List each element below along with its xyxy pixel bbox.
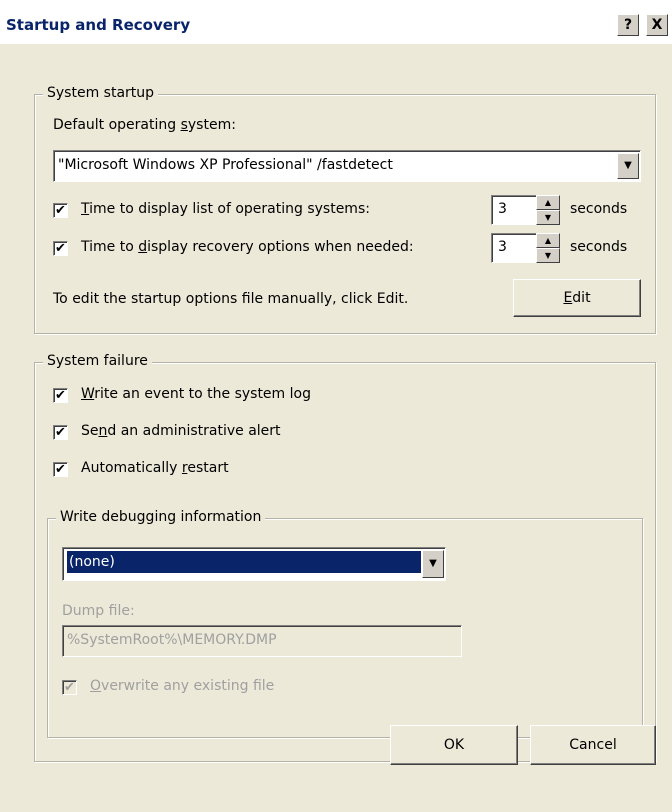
debugging-group: Write debugging information (none) ▼ Dum… bbox=[47, 509, 643, 738]
time-list-checkbox[interactable]: ✔ bbox=[53, 203, 68, 218]
default-os-value: "Microsoft Windows XP Professional" /fas… bbox=[58, 157, 393, 173]
default-os-dropdown-button[interactable]: ▼ bbox=[617, 153, 639, 179]
send-alert-label: Send an administrative alert bbox=[81, 423, 281, 439]
help-button[interactable]: ? bbox=[617, 14, 639, 36]
edit-button[interactable]: Edit bbox=[513, 279, 641, 317]
chevron-down-icon: ▼ bbox=[429, 558, 437, 569]
default-os-select[interactable]: "Microsoft Windows XP Professional" /fas… bbox=[53, 150, 641, 182]
time-list-label: Time to display list of operating system… bbox=[81, 201, 370, 217]
startup-recovery-dialog: Startup and Recovery ? X System startup … bbox=[0, 0, 672, 812]
time-list-unit: seconds bbox=[570, 201, 628, 217]
cancel-button[interactable]: Cancel bbox=[530, 725, 656, 765]
dialog-body: System startup Default operating system:… bbox=[0, 44, 672, 812]
default-os-label: Default operating system: bbox=[53, 117, 236, 133]
spin-up-icon[interactable]: ▲ bbox=[536, 195, 560, 210]
time-recovery-checkbox[interactable]: ✔ bbox=[53, 241, 68, 256]
debugging-selected-option: (none) bbox=[67, 551, 421, 573]
send-alert-checkbox[interactable]: ✔ bbox=[53, 425, 68, 440]
debugging-dropdown-button[interactable]: ▼ bbox=[422, 550, 444, 578]
write-event-checkbox[interactable]: ✔ bbox=[53, 388, 68, 403]
system-startup-group: System startup Default operating system:… bbox=[34, 85, 656, 334]
title-bar: Startup and Recovery ? X bbox=[0, 0, 672, 44]
spin-up-icon[interactable]: ▲ bbox=[536, 233, 560, 248]
time-recovery-unit: seconds bbox=[570, 239, 628, 255]
time-recovery-label: Time to display recovery options when ne… bbox=[81, 239, 414, 255]
auto-restart-label: Automatically restart bbox=[81, 460, 229, 476]
overwrite-checkbox[interactable]: ✔ bbox=[62, 680, 77, 695]
debugging-legend: Write debugging information bbox=[56, 509, 266, 525]
overwrite-label: Overwrite any existing file bbox=[90, 678, 275, 694]
dump-file-label: Dump file: bbox=[62, 603, 135, 619]
spin-down-icon[interactable]: ▼ bbox=[536, 210, 560, 225]
chevron-down-icon: ▼ bbox=[624, 160, 632, 171]
system-startup-legend: System startup bbox=[43, 85, 159, 101]
ok-button[interactable]: OK bbox=[390, 725, 518, 765]
edit-hint: To edit the startup options file manuall… bbox=[53, 291, 409, 307]
debugging-select[interactable]: (none) bbox=[62, 547, 446, 581]
dump-file-input[interactable]: %SystemRoot%\MEMORY.DMP bbox=[62, 625, 462, 657]
system-failure-group: System failure ✔ Write an event to the s… bbox=[34, 353, 656, 762]
time-list-input[interactable]: 3 bbox=[491, 195, 537, 225]
time-list-spinner[interactable]: ▲ ▼ bbox=[536, 195, 560, 225]
auto-restart-checkbox[interactable]: ✔ bbox=[53, 462, 68, 477]
time-recovery-input[interactable]: 3 bbox=[491, 233, 537, 263]
window-title: Startup and Recovery bbox=[6, 16, 191, 34]
write-event-label: Write an event to the system log bbox=[81, 386, 311, 402]
close-button[interactable]: X bbox=[646, 14, 668, 36]
spin-down-icon[interactable]: ▼ bbox=[536, 248, 560, 263]
time-recovery-spinner[interactable]: ▲ ▼ bbox=[536, 233, 560, 263]
system-failure-legend: System failure bbox=[43, 353, 152, 369]
